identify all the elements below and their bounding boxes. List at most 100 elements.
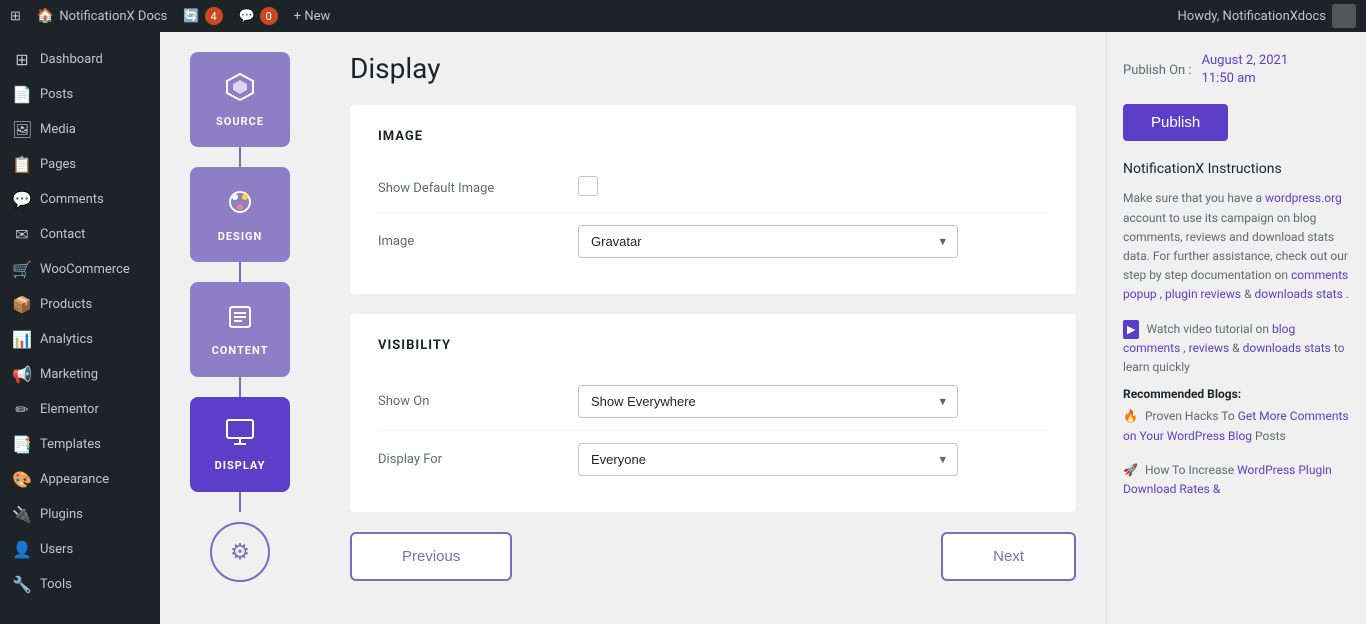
- video-badge: ▶: [1123, 320, 1139, 340]
- next-button[interactable]: Next: [941, 532, 1076, 581]
- content-step-label: CONTENT: [212, 344, 269, 357]
- downloads-stats-link[interactable]: downloads stats: [1255, 287, 1343, 301]
- users-icon: 👤: [12, 540, 32, 559]
- image-section-heading: IMAGE: [378, 129, 1048, 144]
- show-on-control: Show Everywhere Show on Front Page Show …: [578, 385, 1048, 418]
- downloads-stats-link-2[interactable]: downloads stats: [1243, 341, 1331, 355]
- step-display[interactable]: DISPLAY: [190, 397, 290, 492]
- sidebar-item-templates[interactable]: 📑 Templates: [0, 427, 160, 462]
- admin-bar: ⊞ 🏠 NotificationX Docs 🔄 4 💬 0 + New How…: [0, 0, 1366, 32]
- show-on-row: Show On Show Everywhere Show on Front Pa…: [378, 373, 1048, 431]
- sidebar-label-appearance: Appearance: [40, 472, 109, 487]
- sidebar-item-users[interactable]: 👤 Users: [0, 532, 160, 567]
- posts-icon: 📄: [12, 85, 32, 104]
- sidebar-label-woocommerce: WooCommerce: [40, 262, 130, 277]
- visibility-section-heading: VISIBILITY: [378, 338, 1048, 353]
- sidebar-item-posts[interactable]: 📄 Posts: [0, 77, 160, 112]
- step-design[interactable]: DESIGN: [190, 167, 290, 262]
- previous-button[interactable]: Previous: [350, 532, 512, 581]
- new-label: + New: [294, 9, 331, 24]
- display-for-select[interactable]: Everyone Logged In Users Logged Out User…: [578, 443, 958, 476]
- connector-2: [239, 262, 241, 282]
- sidebar-label-marketing: Marketing: [40, 367, 98, 382]
- show-on-select[interactable]: Show Everywhere Show on Front Page Show …: [578, 385, 958, 418]
- sidebar-label-products: Products: [40, 297, 92, 312]
- sidebar-item-woocommerce[interactable]: 🛒 WooCommerce: [0, 252, 160, 287]
- step-content[interactable]: CONTENT: [190, 282, 290, 377]
- comments-button[interactable]: 💬 0: [239, 7, 278, 25]
- updates-button[interactable]: 🔄 4: [183, 7, 222, 25]
- tools-icon: 🔧: [12, 575, 32, 594]
- settings-step[interactable]: ⚙: [210, 522, 270, 582]
- pages-icon: 📋: [12, 155, 32, 174]
- products-icon: 📦: [12, 295, 32, 314]
- wordpress-org-link[interactable]: wordpress.org: [1265, 191, 1342, 205]
- sidebar-label-analytics: Analytics: [40, 332, 93, 347]
- sidebar-item-dashboard[interactable]: ⊞ Dashboard: [0, 42, 160, 77]
- display-for-label: Display For: [378, 452, 578, 467]
- reviews-link[interactable]: reviews: [1189, 341, 1230, 355]
- media-icon: 🖼: [12, 120, 32, 139]
- new-button[interactable]: + New: [294, 9, 331, 24]
- elementor-icon: ✏: [12, 400, 32, 419]
- analytics-icon: 📊: [12, 330, 32, 349]
- templates-icon: 📑: [12, 435, 32, 454]
- show-default-image-row: Show Default Image: [378, 164, 1048, 213]
- publish-row: Publish On : August 2, 2021 11:50 am: [1123, 52, 1350, 88]
- plugin-reviews-link[interactable]: plugin reviews: [1165, 287, 1241, 301]
- publish-button[interactable]: Publish: [1123, 104, 1228, 141]
- connector-3: [239, 377, 241, 397]
- wp-logo-icon: ⊞: [10, 9, 21, 24]
- show-on-label: Show On: [378, 394, 578, 409]
- sidebar-label-comments: Comments: [40, 192, 104, 207]
- wp-logo-button[interactable]: ⊞: [10, 9, 21, 24]
- sidebar-item-marketing[interactable]: 📢 Marketing: [0, 357, 160, 392]
- publish-time: 11:50 am: [1202, 70, 1289, 88]
- sidebar-item-comments[interactable]: 💬 Comments: [0, 182, 160, 217]
- step-source[interactable]: SOURCE: [190, 52, 290, 147]
- sidebar-item-products[interactable]: 📦 Products: [0, 287, 160, 322]
- site-name-button[interactable]: 🏠 NotificationX Docs: [37, 8, 167, 24]
- blog1-block: 🔥 Proven Hacks To Get More Comments on Y…: [1123, 407, 1350, 445]
- dashboard-icon: ⊞: [12, 50, 32, 69]
- updates-badge: 4: [205, 7, 223, 25]
- blog1-suffix: Posts: [1255, 429, 1286, 443]
- instructions-text: Make sure that you have a wordpress.org …: [1123, 189, 1350, 304]
- video-sep-2: &: [1232, 341, 1242, 355]
- sidebar-label-pages: Pages: [40, 157, 76, 172]
- woocommerce-icon: 🛒: [12, 260, 32, 279]
- instructions-sep-2: &: [1244, 287, 1254, 301]
- image-row: Image Gravatar Custom Image None: [378, 213, 1048, 270]
- show-default-image-control: [578, 176, 1048, 200]
- nav-buttons: Previous Next: [350, 532, 1076, 581]
- sidebar-item-contact[interactable]: ✉ Contact: [0, 217, 160, 252]
- sidebar-label-elementor: Elementor: [40, 402, 99, 417]
- image-select[interactable]: Gravatar Custom Image None: [578, 225, 958, 258]
- sidebar-item-tools[interactable]: 🔧 Tools: [0, 567, 160, 602]
- site-icon: 🏠: [37, 8, 54, 24]
- visibility-section: VISIBILITY Show On Show Everywhere Show …: [350, 314, 1076, 512]
- instructions-text-1: Make sure that you have a: [1123, 191, 1265, 205]
- sidebar-item-pages[interactable]: 📋 Pages: [0, 147, 160, 182]
- plugins-icon: 🔌: [12, 505, 32, 524]
- sidebar-item-elementor[interactable]: ✏ Elementor: [0, 392, 160, 427]
- connector-1: [239, 147, 241, 167]
- design-step-icon: [225, 187, 255, 224]
- sidebar-item-analytics[interactable]: 📊 Analytics: [0, 322, 160, 357]
- display-step-icon: [225, 418, 255, 453]
- comments-badge: 0: [260, 7, 278, 25]
- sidebar-label-tools: Tools: [40, 577, 72, 592]
- sidebar-item-media[interactable]: 🖼 Media: [0, 112, 160, 147]
- sidebar-item-plugins[interactable]: 🔌 Plugins: [0, 497, 160, 532]
- show-default-image-checkbox[interactable]: [578, 176, 598, 196]
- sidebar-item-appearance[interactable]: 🎨 Appearance: [0, 462, 160, 497]
- show-on-select-wrapper: Show Everywhere Show on Front Page Show …: [578, 385, 958, 418]
- form-panel: Display IMAGE Show Default Image Image: [320, 32, 1106, 624]
- sidebar-label-dashboard: Dashboard: [40, 52, 103, 67]
- design-step-label: DESIGN: [218, 230, 263, 243]
- updates-icon: 🔄: [183, 9, 199, 24]
- comments-sidebar-icon: 💬: [12, 190, 32, 209]
- sidebar-label-plugins: Plugins: [40, 507, 83, 522]
- howdy-section: Howdy, NotificationXdocs: [1178, 4, 1356, 28]
- publish-on-label: Publish On :: [1123, 63, 1192, 78]
